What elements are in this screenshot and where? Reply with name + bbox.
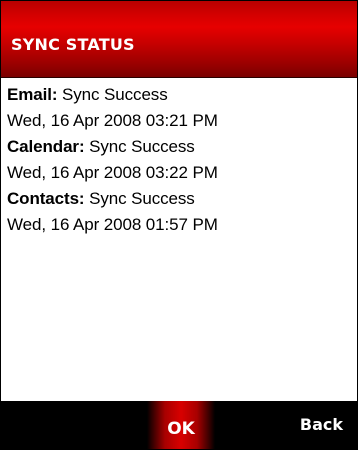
sync-item-label: Calendar: xyxy=(7,137,85,156)
sync-status-screen: SYNC STATUS Email: Sync Success Wed, 16 … xyxy=(0,0,358,450)
sync-item-timestamp: Wed, 16 Apr 2008 03:21 PM xyxy=(7,111,218,130)
sync-status-line: Contacts: Sync Success xyxy=(7,186,351,212)
sync-item-contacts: Contacts: Sync Success Wed, 16 Apr 2008 … xyxy=(7,186,351,238)
sync-status-line: Email: Sync Success xyxy=(7,82,351,108)
ok-button[interactable]: OK xyxy=(147,401,215,449)
sync-item-calendar: Calendar: Sync Success Wed, 16 Apr 2008 … xyxy=(7,134,351,186)
back-button[interactable]: Back xyxy=(300,401,343,449)
sync-item-status: Sync Success xyxy=(84,137,195,156)
sync-status-list: Email: Sync Success Wed, 16 Apr 2008 03:… xyxy=(7,82,351,238)
sync-item-timestamp: Wed, 16 Apr 2008 01:57 PM xyxy=(7,215,218,234)
sync-item-email: Email: Sync Success Wed, 16 Apr 2008 03:… xyxy=(7,82,351,134)
title-bar: SYNC STATUS xyxy=(1,1,357,78)
sync-item-status: Sync Success xyxy=(84,189,195,208)
sync-status-line: Calendar: Sync Success xyxy=(7,134,351,160)
sync-item-label: Email: xyxy=(7,85,58,104)
sync-item-timestamp: Wed, 16 Apr 2008 03:22 PM xyxy=(7,163,218,182)
sync-item-label: Contacts: xyxy=(7,189,85,208)
softkey-bar: OK Back xyxy=(1,401,357,449)
sync-item-status: Sync Success xyxy=(57,85,168,104)
page-title: SYNC STATUS xyxy=(11,35,135,54)
